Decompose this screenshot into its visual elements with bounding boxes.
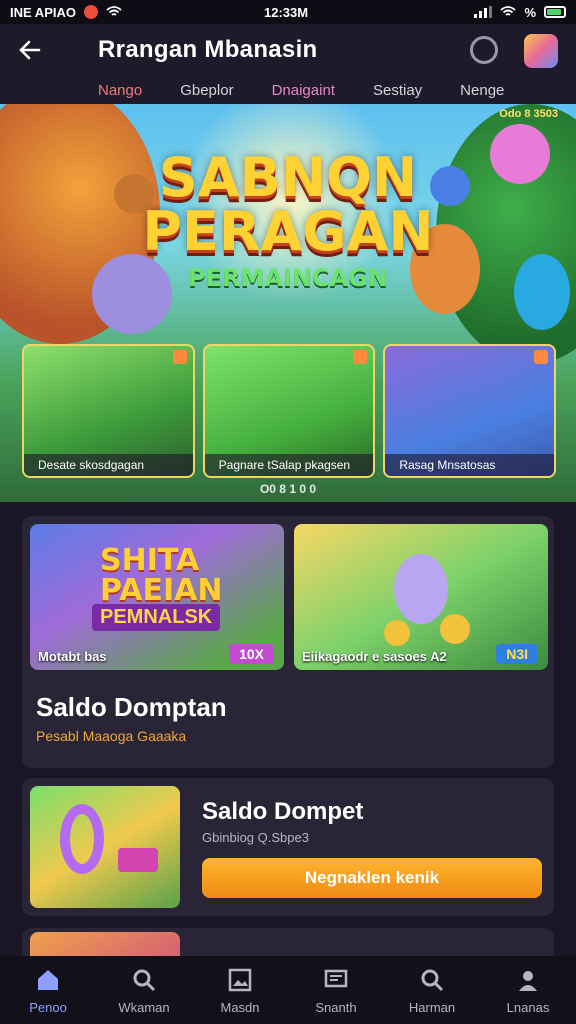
wallet-subtitle: Pesabl Maaoga Gaaaka [36, 728, 187, 744]
nav-item-search[interactable]: Wkaman [96, 966, 192, 1015]
corner-badge-icon [534, 350, 549, 364]
nav-label: Wkaman [118, 999, 170, 1015]
search-icon [130, 966, 158, 994]
carrier-label: INE APIAO [10, 4, 76, 20]
tab-dnaigaint[interactable]: Dnaigaint [272, 82, 335, 99]
battery-icon [544, 6, 566, 18]
battery-percent: % [524, 4, 536, 20]
wallet-panel-subtitle: Gbinbiog Q.Sbpe3 [202, 830, 309, 845]
nav-label: Penoo [29, 999, 67, 1015]
arrow-left-icon [19, 40, 41, 60]
game-card[interactable]: SHITA PAEIAN PEMNALSK Motabt bas 10X [30, 524, 284, 670]
games-panel: SHITA PAEIAN PEMNALSK Motabt bas 10X Eii… [22, 516, 554, 768]
nav-item-messages[interactable]: Snanth [288, 966, 384, 1015]
nav-label: Lnanas [506, 999, 550, 1015]
game-card-tag: N3I [496, 644, 538, 664]
bottom-nav: Penoo Wkaman Masdn Snanth Harman Lnanas [0, 956, 576, 1024]
game-card-tag: 10X [229, 644, 274, 664]
letter-o-graphic [60, 804, 104, 874]
wallet-panel: Saldo Dompet Gbinbiog Q.Sbpe3 Negnaklen … [22, 778, 554, 916]
tab-sestiay[interactable]: Sestiay [373, 82, 422, 99]
nav-label: Harman [408, 999, 456, 1015]
coin-icon [440, 614, 470, 644]
hero-card-label: Rasag Mnsatosas [385, 454, 555, 476]
tab-nango[interactable]: Nango [98, 82, 142, 99]
coin-icon [384, 620, 410, 646]
hero-card-label: Desate skosdgagan [24, 454, 193, 476]
wifi-icon [500, 6, 517, 16]
hero-card-row: Desate skosdgagan Pagnare tSalap pkagsen… [22, 344, 557, 478]
hero-card-label: Pagnare tSalap pkagsen [204, 454, 374, 476]
nav-item-home[interactable]: Penoo [0, 966, 96, 1015]
message-icon [322, 966, 350, 994]
status-bar: INE APIAO 12:33M % [0, 0, 576, 24]
corner-badge-icon [172, 350, 187, 364]
app-header: Rrangan Mbanasin [0, 24, 576, 76]
clock: 12:33M [264, 4, 309, 20]
game-card-title: SHITA PAEIAN [100, 543, 223, 608]
hero-card[interactable]: Pagnare tSalap pkagsen [202, 344, 376, 478]
hero-card[interactable]: Desate skosdgagan [22, 344, 195, 478]
carousel-pager[interactable]: O0 8 1 0 0 [0, 482, 576, 496]
hero-badge: Odo 8 3503 [499, 108, 558, 120]
wallet-action-button[interactable]: Negnaklen kenik [202, 858, 542, 898]
search-icon[interactable] [470, 36, 498, 64]
profile-icon [514, 966, 542, 994]
home-icon [34, 966, 62, 994]
search-icon [418, 966, 446, 994]
nav-label: Snanth [315, 999, 357, 1015]
nav-item-search-2[interactable]: Harman [384, 966, 480, 1015]
tab-gbeplor[interactable]: Gbeplor [180, 82, 233, 99]
hero-title-line3: PERMAINCAGN [188, 264, 388, 292]
gift-box-graphic [118, 848, 158, 872]
nav-item-gallery[interactable]: Masdn [192, 966, 288, 1015]
nav-label: Masdn [220, 999, 260, 1015]
corner-badge-icon [353, 350, 368, 364]
wallet-panel-title: Saldo Dompet [202, 798, 364, 825]
nav-item-profile[interactable]: Lnanas [480, 966, 576, 1015]
page-title: Rrangan Mbanasin [98, 36, 318, 63]
notification-icon [83, 5, 98, 19]
game-card-subtitle: PEMNALSK [92, 604, 221, 631]
tab-bar: Nango Gbeplor Dnaigaint Sestiay Nenge [0, 76, 576, 104]
hero-title-line2: PERAGAN [142, 200, 434, 263]
avatar[interactable] [524, 34, 558, 68]
hero-card[interactable]: Rasag Mnsatosas [383, 344, 557, 478]
hero-banner[interactable]: Odo 8 3503 SABNQN PERAGAN PERMAINCAGN De… [0, 104, 576, 502]
game-card-label: Eiikagaodr e sasoes A2 [302, 649, 447, 664]
signal-icon [474, 6, 493, 18]
character-cat [394, 554, 448, 624]
game-card[interactable]: Eiikagaodr e sasoes A2 N3I [294, 524, 548, 670]
gallery-icon [226, 966, 254, 994]
back-button[interactable] [16, 36, 44, 64]
tab-nenge[interactable]: Nenge [460, 82, 504, 99]
wallet-title: Saldo Domptan [36, 692, 227, 722]
game-card-label: Motabt bas [38, 649, 107, 664]
wifi-icon [106, 6, 122, 16]
wallet-thumbnail [30, 786, 180, 908]
